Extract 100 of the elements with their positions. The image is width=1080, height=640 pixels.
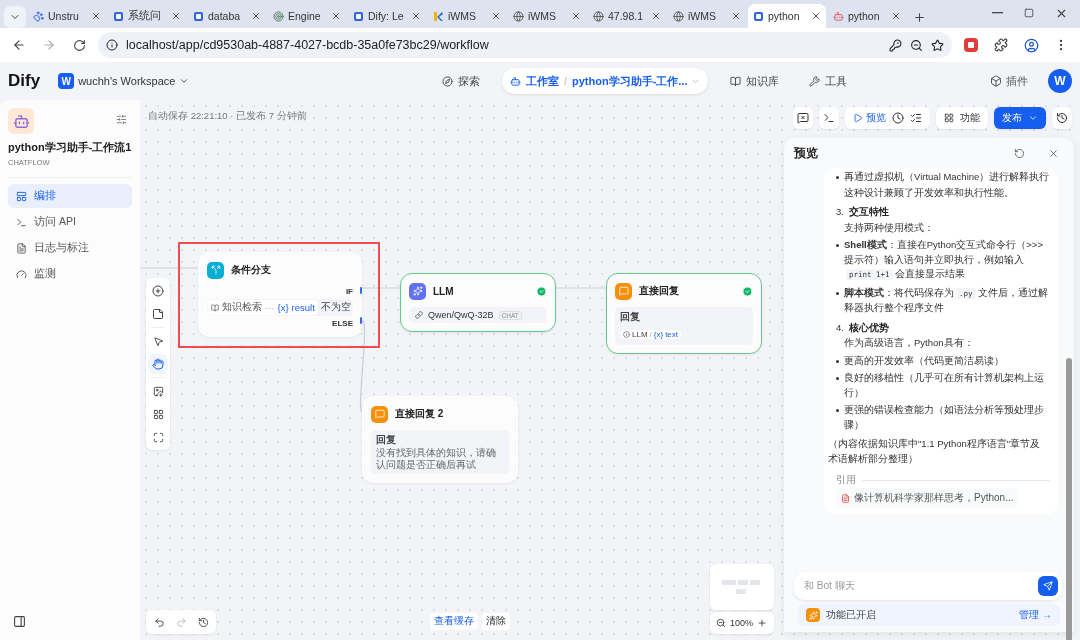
close-icon bbox=[731, 11, 741, 21]
browser-tab[interactable]: Engine bbox=[268, 4, 346, 28]
tab-search-button[interactable] bbox=[4, 6, 26, 28]
globe-icon bbox=[513, 10, 524, 22]
zoom-out-icon bbox=[910, 38, 923, 52]
paragraph-text: 支持两种使用模式： bbox=[844, 220, 934, 235]
close-icon bbox=[571, 11, 581, 21]
nav-tab[interactable]: 知识库 bbox=[722, 68, 788, 94]
chevron-down-icon bbox=[1028, 113, 1038, 123]
bullet-dot bbox=[836, 291, 839, 295]
list-item-text: 再通过虚拟机（Virtual Machine）进行解释执行 bbox=[844, 170, 1050, 184]
panel-icon bbox=[12, 614, 26, 628]
compass-icon bbox=[441, 75, 453, 87]
bullet-dot bbox=[836, 244, 839, 247]
clock-icon bbox=[892, 112, 904, 124]
gauge-icon bbox=[16, 268, 27, 280]
browser-tab[interactable]: Unstru bbox=[28, 4, 106, 28]
close-icon bbox=[491, 11, 501, 21]
clear-button[interactable]: 清除 bbox=[482, 613, 510, 630]
node-title: 直接回复 bbox=[639, 284, 680, 298]
layout-icon bbox=[16, 190, 27, 202]
app-logo-icon bbox=[753, 10, 764, 22]
list-number: 3. bbox=[836, 205, 844, 219]
reply-icon bbox=[371, 405, 388, 423]
key-icon bbox=[889, 38, 902, 52]
branch-label: IF bbox=[344, 287, 353, 296]
scrollbar-thumb[interactable] bbox=[1066, 358, 1072, 640]
close-icon bbox=[171, 11, 181, 21]
browser-tab[interactable]: 47.98.1 bbox=[588, 4, 666, 28]
send-button[interactable] bbox=[1038, 576, 1058, 596]
plus-icon bbox=[757, 618, 768, 628]
autosave-status: 自动保存 22:21:10 · 已发布 7 分钟前 bbox=[148, 110, 307, 123]
plugins-link[interactable]: 插件 bbox=[990, 73, 1028, 89]
close-icon bbox=[651, 11, 661, 21]
minimize-icon bbox=[991, 12, 1003, 14]
user-avatar[interactable]: W bbox=[1048, 69, 1072, 93]
workspace-selector[interactable]: W wuchh's Workspace bbox=[58, 73, 190, 89]
heading-text: 核心优势 bbox=[848, 320, 889, 335]
forward-icon bbox=[42, 38, 56, 52]
reply-icon bbox=[615, 282, 632, 300]
nav-tab[interactable]: 工具 bbox=[801, 68, 856, 94]
workflow-node[interactable]: 直接回复 回复 LLM / {x} text bbox=[606, 273, 762, 354]
nav-tab[interactable]: 探索 bbox=[433, 68, 488, 94]
info-icon bbox=[106, 39, 118, 51]
history-icon bbox=[197, 616, 209, 628]
features-button[interactable]: 功能 bbox=[936, 107, 988, 129]
sidebar-item[interactable]: 编排 bbox=[8, 184, 132, 208]
robot-icon bbox=[509, 75, 521, 87]
browser-tab[interactable]: 系统问 bbox=[108, 4, 186, 28]
zoom-out-icon bbox=[716, 618, 726, 628]
history-button[interactable] bbox=[1052, 107, 1072, 129]
zoom-control[interactable]: 100% bbox=[710, 612, 774, 634]
browser-tab[interactable]: databa bbox=[188, 4, 266, 28]
nav-tab[interactable]: 工作室 / python学习助手-工作... bbox=[501, 68, 709, 94]
book-icon bbox=[730, 75, 742, 87]
browser-tab[interactable]: iWMS bbox=[428, 4, 506, 28]
bullet-dot bbox=[836, 176, 839, 179]
close-icon bbox=[891, 11, 901, 21]
terminal-icon bbox=[16, 216, 27, 228]
play-icon bbox=[853, 113, 863, 123]
publish-button[interactable]: 发布 bbox=[994, 107, 1046, 129]
browser-tab[interactable]: iWMS bbox=[508, 4, 586, 28]
paw-icon bbox=[33, 10, 44, 22]
close-icon bbox=[411, 11, 421, 21]
checklist-icon bbox=[910, 112, 922, 124]
list-item-text: 良好的移植性（几乎可在所有计算机架构上运行） bbox=[844, 371, 1045, 400]
browser-tab[interactable]: python bbox=[748, 4, 826, 28]
view-cache-button[interactable]: 查看缓存 bbox=[430, 613, 478, 630]
document-icon bbox=[16, 242, 27, 254]
star-icon bbox=[931, 38, 944, 52]
variable-icon: {x} bbox=[277, 302, 289, 313]
env-button[interactable] bbox=[819, 107, 839, 129]
browser-tab[interactable]: iWMS bbox=[668, 4, 746, 28]
redo-icon bbox=[175, 616, 187, 628]
connection-handle[interactable] bbox=[360, 287, 362, 294]
citation-item[interactable]: 像计算机科学家那样思考，Python... bbox=[836, 488, 1019, 508]
wrench-icon bbox=[809, 75, 821, 87]
address-bar[interactable]: localhost/app/cd9530ab-4887-4027-bcdb-35a0fe73bc29/workflow bbox=[98, 32, 952, 58]
variable-name: result bbox=[291, 302, 315, 313]
sidebar-item[interactable]: 访问 API bbox=[8, 210, 132, 234]
box-icon bbox=[990, 75, 1002, 87]
sidebar-item[interactable]: 日志与标注 bbox=[8, 236, 132, 260]
node-title: LLM bbox=[433, 285, 455, 297]
sidebar-item[interactable]: 监测 bbox=[8, 262, 132, 286]
reply-text: 没有找到具体的知识，请确认问题是否正确后再试 bbox=[376, 447, 497, 471]
logo[interactable]: Dify bbox=[8, 71, 41, 91]
back-icon bbox=[12, 38, 26, 52]
plus-circle-icon bbox=[152, 285, 164, 297]
branch-label: ELSE bbox=[331, 319, 353, 328]
browser-tab[interactable]: Dify: Le bbox=[348, 4, 426, 28]
app-logo-icon bbox=[433, 10, 444, 22]
field-label: 回复 bbox=[620, 310, 641, 324]
reload-icon bbox=[72, 38, 86, 52]
browser-tab[interactable]: python bbox=[828, 4, 906, 28]
workflow-node[interactable]: 直接回复 2 回复 没有找到具体的知识，请确认问题是否正确后再试 bbox=[362, 396, 518, 483]
manage-link[interactable]: 管理 → bbox=[1019, 608, 1052, 622]
connection-handle[interactable] bbox=[360, 317, 362, 324]
hand-button[interactable] bbox=[148, 354, 168, 374]
workflow-node[interactable]: 条件分支 IF 知识检索 ··· {x} result 不为空 ELSE bbox=[198, 252, 362, 337]
comment-button[interactable] bbox=[793, 107, 813, 129]
